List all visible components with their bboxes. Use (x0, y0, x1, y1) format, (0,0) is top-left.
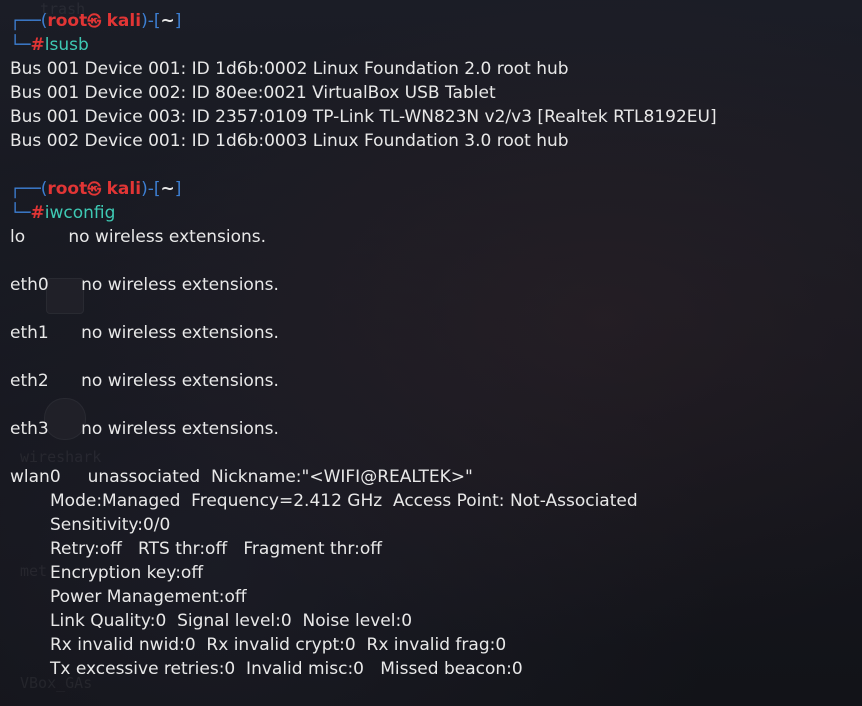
prompt-cwd: ~ (160, 11, 175, 31)
prompt-host: kali (106, 179, 142, 199)
prompt-frame: └─ (10, 203, 31, 223)
output-line: eth1 no wireless extensions. (10, 323, 279, 343)
output-line: eth2 no wireless extensions. (10, 371, 279, 391)
terminal-output[interactable]: ┌──(root㉿ kali)-[~] └─#lsusb Bus 001 Dev… (10, 9, 862, 681)
output-line: wlan0 unassociated Nickname:"<WIFI@REALT… (10, 467, 473, 487)
prompt-frame: ┌──( (10, 11, 48, 31)
output-line: eth0 no wireless extensions. (10, 275, 279, 295)
command-line: └─#lsusb (10, 33, 862, 57)
prompt-line: ┌──(root㉿ kali)-[~] (10, 177, 862, 201)
output-line: Mode:Managed Frequency=2.412 GHz Access … (50, 491, 638, 511)
prompt-frame: )-[ (141, 11, 161, 31)
prompt-line: ┌──(root㉿ kali)-[~] (10, 9, 862, 33)
command-text: iwconfig (44, 203, 116, 223)
output-line: Link Quality:0 Signal level:0 Noise leve… (50, 611, 413, 631)
prompt-host: kali (106, 11, 142, 31)
prompt-frame: └─ (10, 35, 31, 55)
output-line: Rx invalid nwid:0 Rx invalid crypt:0 Rx … (50, 635, 507, 655)
output-line: Retry:off RTS thr:off Fragment thr:off (50, 539, 382, 559)
output-line: eth3 no wireless extensions. (10, 419, 279, 439)
command-text: lsusb (44, 35, 89, 55)
output-line: lo no wireless extensions. (10, 227, 267, 247)
output-line: Sensitivity:0/0 (50, 515, 171, 535)
prompt-hash: # (30, 35, 45, 55)
output-line: Power Management:off (50, 587, 247, 607)
prompt-user: root (47, 11, 88, 31)
prompt-frame: ] (174, 179, 182, 199)
prompt-frame: ] (174, 11, 182, 31)
output-line: Encryption key:off (50, 563, 204, 583)
output-line: Tx excessive retries:0 Invalid misc:0 Mi… (50, 659, 523, 679)
output-line: Bus 002 Device 001: ID 1d6b:0003 Linux F… (10, 131, 569, 151)
prompt-frame: )-[ (141, 179, 161, 199)
output-line: Bus 001 Device 001: ID 1d6b:0002 Linux F… (10, 59, 569, 79)
output-line: Bus 001 Device 002: ID 80ee:0021 Virtual… (10, 83, 496, 103)
output-line: Bus 001 Device 003: ID 2357:0109 TP-Link… (10, 107, 717, 127)
prompt-hash: # (30, 203, 45, 223)
prompt-user: root (47, 179, 88, 199)
prompt-cwd: ~ (160, 179, 175, 199)
command-line: └─#iwconfig (10, 201, 862, 225)
kali-symbol-icon: ㉿ (87, 182, 102, 198)
prompt-frame: ┌──( (10, 179, 48, 199)
kali-symbol-icon: ㉿ (87, 14, 102, 30)
